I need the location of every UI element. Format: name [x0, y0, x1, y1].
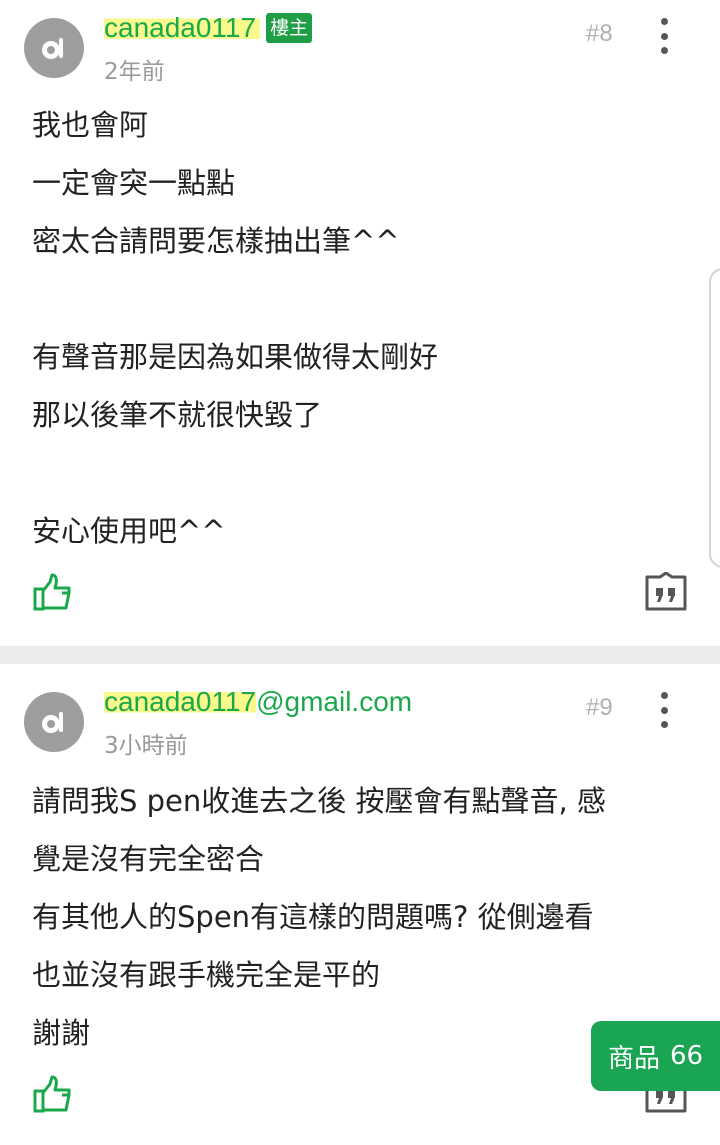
default-avatar-icon [42, 712, 63, 733]
body-line: 請問我S pen收進去之後 按壓會有點聲音, 感 [32, 784, 606, 818]
body-line [32, 270, 682, 328]
thumbs-up-icon[interactable] [32, 1074, 74, 1114]
product-count: 66 [669, 1041, 704, 1071]
quote-icon[interactable] [644, 572, 688, 612]
avatar[interactable] [24, 692, 84, 752]
body-line: 有聲音那是因為如果做得太剛好 [32, 340, 439, 374]
floor-number: #8 [586, 20, 613, 47]
body-line: 安心使用吧^^ [32, 514, 226, 548]
body-line [32, 444, 682, 502]
floor-number: #9 [586, 694, 613, 721]
body-line: 也並沒有跟手機完全是平的 [32, 958, 381, 992]
author-line: canada0117 樓主 [104, 8, 313, 48]
more-vertical-icon[interactable] [652, 692, 676, 728]
avatar[interactable] [24, 18, 84, 78]
thumbs-up-icon[interactable] [32, 572, 74, 612]
post-time: 2年前 [104, 59, 165, 85]
body-line: 密太合請問要怎樣抽出筆^^ [32, 224, 400, 258]
product-button[interactable]: 商品 66 [591, 1021, 720, 1091]
body-line: 覺是沒有完全密合 [32, 842, 265, 876]
op-badge: 樓主 [266, 13, 313, 43]
body-line: 謝謝 [32, 1016, 91, 1050]
body-line: 有其他人的Spen有這樣的問題嗎? 從側邊看 [32, 900, 594, 934]
body-line: 一定會突一點點 [32, 166, 236, 200]
post-body: 請問我S pen收進去之後 按壓會有點聲音, 感 覺是沒有完全密合 有其他人的S… [32, 772, 682, 1062]
author-line: canada0117@gmail.com [104, 682, 416, 722]
side-drawer-handle[interactable] [709, 268, 720, 568]
post-divider [0, 646, 720, 664]
body-line: 我也會阿 [32, 108, 149, 142]
post-body: 我也會阿 一定會突一點點 密太合請問要怎樣抽出筆^^ 有聲音那是因為如果做得太剛… [32, 96, 682, 560]
default-avatar-icon [42, 38, 63, 59]
post-8: canada0117 樓主 2年前 #8 我也會阿 一定會突一點點 密太合請問要… [0, 0, 720, 646]
product-label: 商品 [607, 1043, 660, 1074]
post-time: 3小時前 [104, 733, 188, 759]
author-name[interactable]: canada0117@gmail.com [104, 686, 416, 718]
author-name-suffix: @gmail.com [256, 686, 413, 717]
author-name[interactable]: canada0117 [104, 12, 261, 44]
author-name-highlighted: canada0117 [104, 686, 257, 717]
body-line: 那以後筆不就很快毀了 [32, 398, 323, 432]
more-vertical-icon[interactable] [652, 18, 676, 54]
